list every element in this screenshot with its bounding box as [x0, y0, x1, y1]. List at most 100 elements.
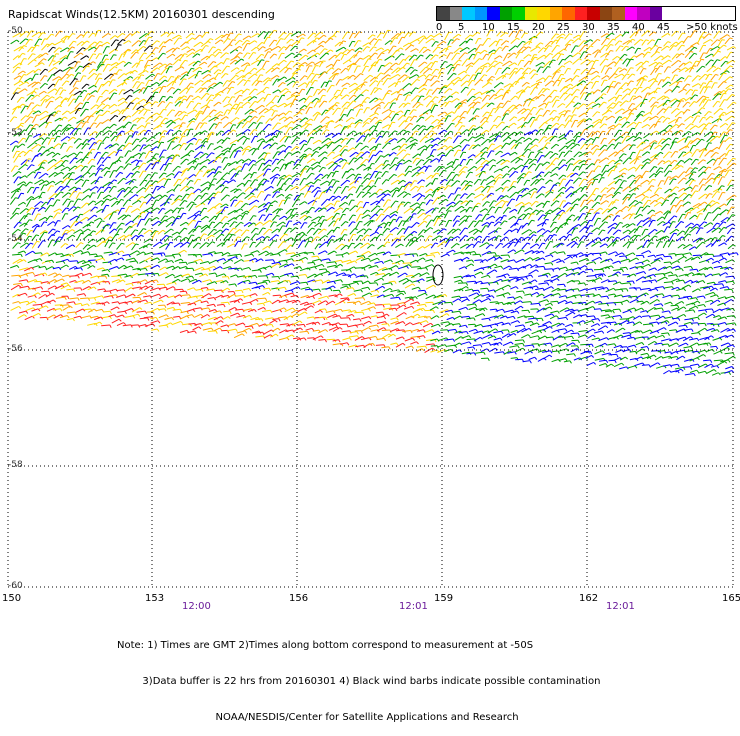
wind-barb — [285, 68, 289, 73]
wind-barb-flag — [205, 88, 208, 89]
wind-barb-flag — [691, 51, 694, 52]
wind-barb-flag — [126, 108, 129, 109]
wind-barb — [384, 63, 390, 67]
wind-barb — [425, 189, 430, 193]
wind-barb-flag — [380, 136, 383, 137]
wind-barb — [335, 139, 342, 144]
wind-barb — [623, 59, 627, 64]
wind-barb-flag — [115, 89, 118, 91]
wind-barb — [720, 57, 725, 61]
wind-barb — [675, 111, 681, 117]
wind-barb-flag — [668, 67, 671, 68]
wind-barb-flag — [712, 173, 715, 174]
wind-barb-flag — [334, 35, 336, 37]
wind-barb-flag — [368, 130, 371, 132]
wind-barb — [82, 84, 87, 89]
wind-barb-flag — [305, 83, 307, 85]
wind-barb-flag — [609, 110, 612, 112]
wind-barb-flag — [52, 75, 55, 76]
wind-barb-flag — [164, 76, 167, 77]
wind-barb-flag — [633, 194, 636, 195]
wind-barb — [364, 75, 370, 80]
wind-barb-flag — [614, 62, 617, 64]
wind-barb — [251, 60, 258, 64]
wind-barb — [399, 103, 404, 108]
wind-barb-flag — [472, 193, 475, 194]
wind-barb-flag — [179, 196, 182, 197]
wind-barb — [223, 123, 229, 128]
wind-barb — [55, 192, 61, 198]
wind-barb — [208, 62, 214, 68]
wind-barb-flag — [311, 182, 313, 184]
wind-barb — [608, 97, 614, 101]
wind-barb-flag — [347, 180, 350, 181]
wind-barb-flag — [396, 63, 399, 65]
wind-barb — [551, 123, 556, 128]
wind-barb — [655, 74, 659, 81]
wind-barb — [355, 120, 360, 124]
wind-barb — [672, 69, 678, 74]
wind-barb — [357, 164, 364, 169]
wind-barb-flag — [261, 60, 264, 61]
wind-barb — [655, 66, 660, 73]
wind-barb-flag — [249, 36, 252, 38]
wind-barb-flag — [407, 154, 410, 155]
wind-barb — [417, 96, 421, 103]
wind-barb — [223, 45, 229, 51]
wind-barb-flag — [577, 69, 580, 70]
wind-barb — [13, 56, 18, 60]
wind-barb — [410, 181, 414, 187]
wind-barb — [537, 55, 544, 60]
wind-barb — [119, 90, 122, 95]
wind-barb — [126, 157, 132, 164]
wind-barb — [363, 186, 369, 191]
wind-barb-flag — [93, 33, 96, 34]
wind-barb — [388, 122, 392, 129]
wind-barb — [634, 40, 640, 46]
wind-barb-flag — [150, 117, 153, 118]
wind-barb — [704, 87, 707, 93]
wind-barb-flag — [282, 159, 285, 160]
wind-barb-flag — [163, 46, 166, 47]
wind-barb-flag — [76, 88, 79, 89]
wind-barb-flag — [599, 196, 602, 197]
wind-barb-flag — [597, 112, 600, 113]
wind-barb-flag — [248, 129, 251, 131]
wind-barb — [349, 158, 354, 165]
wind-barb-flag — [486, 165, 489, 166]
wind-barb — [510, 152, 515, 155]
wind-barb-flag — [226, 187, 229, 188]
wind-barb-flag — [591, 138, 594, 139]
wind-barb — [629, 180, 634, 186]
wind-barb — [174, 125, 180, 129]
wind-barb — [595, 196, 599, 201]
wind-barb-flag — [198, 61, 201, 62]
wind-barb — [392, 68, 399, 74]
wind-barb-flag — [275, 143, 278, 144]
wind-barb-flag — [733, 158, 736, 159]
wind-barb — [601, 139, 604, 145]
wind-barb-flag — [473, 137, 476, 138]
wind-barb-flag — [199, 140, 202, 141]
wind-barb — [654, 56, 661, 61]
wind-barb-flag — [247, 138, 250, 139]
wind-barb — [683, 37, 688, 44]
wind-barb-flag — [305, 62, 307, 64]
wind-barb-flag — [354, 131, 357, 133]
wind-barb-flag — [66, 81, 69, 82]
wind-barb — [40, 76, 44, 82]
wind-barb-flag — [304, 49, 307, 51]
wind-barb-flag — [449, 137, 452, 138]
wind-barb — [213, 49, 218, 53]
wind-barb-flag — [247, 40, 250, 41]
wind-barb — [62, 111, 67, 115]
wind-barb-flag — [55, 89, 57, 91]
wind-barb-flag — [521, 68, 524, 69]
wind-barb — [70, 79, 75, 86]
wind-barb — [234, 151, 238, 158]
wind-barb — [88, 159, 92, 164]
wind-barb-flag — [381, 33, 384, 34]
wind-barb-flag — [703, 172, 706, 173]
wind-barb — [727, 185, 731, 191]
wind-barb-flag — [506, 74, 509, 75]
